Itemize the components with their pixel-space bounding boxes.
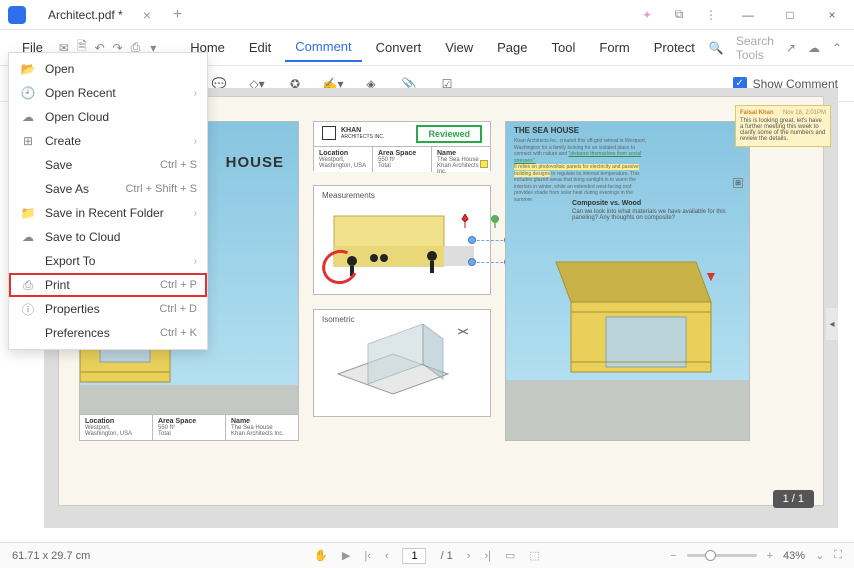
zoom-out-icon[interactable]: −: [670, 550, 676, 562]
file-menu-properties[interactable]: ⓘPropertiesCtrl + D: [9, 297, 207, 321]
composite-desc: Can we look into what materials we have …: [572, 209, 737, 221]
sticky-note-icon[interactable]: [480, 160, 488, 168]
panel-legend: LocationWestport,Washington, USA Area Sp…: [80, 414, 298, 440]
tab-title: Architect.pdf *: [48, 8, 123, 22]
chevron-right-icon: ›: [194, 208, 197, 219]
cloud-up-icon: ☁: [19, 230, 37, 244]
file-menu-export[interactable]: Export To›: [9, 249, 207, 273]
app-logo-icon: [8, 6, 26, 24]
zoom-slider[interactable]: [687, 554, 757, 557]
external-link-icon[interactable]: ↗: [786, 41, 796, 55]
panel-measurements: Measurements: [313, 185, 491, 295]
close-tab-icon[interactable]: ×: [143, 7, 151, 23]
panel-sea-house: THE SEA HOUSE Khan Architects Inc. creat…: [505, 121, 750, 441]
file-menu-preferences[interactable]: PreferencesCtrl + K: [9, 321, 207, 345]
sea-house-illustration: [536, 232, 726, 402]
selection-line: [472, 240, 508, 241]
chevron-right-icon: ›: [194, 88, 197, 99]
file-menu-create[interactable]: ⊞Create›: [9, 129, 207, 153]
file-menu-print[interactable]: ⎙PrintCtrl + P: [9, 273, 207, 297]
composite-title: Composite vs. Wood: [572, 200, 641, 207]
zoom-in-icon[interactable]: +: [767, 550, 773, 562]
zoom-percent[interactable]: 43%: [783, 550, 805, 562]
file-menu-open-recent[interactable]: 🕘Open Recent›: [9, 81, 207, 105]
menu-page[interactable]: Page: [487, 34, 537, 61]
file-menu-dropdown: 📂Open 🕘Open Recent› ☁Open Cloud ⊞Create›…: [8, 52, 208, 350]
chevron-right-icon: ›: [194, 256, 197, 267]
folder-open-icon: 📂: [19, 62, 37, 76]
house-title: HOUSE: [226, 154, 284, 171]
isometric-drawing: [328, 324, 478, 410]
last-page-icon[interactable]: ›|: [484, 550, 491, 562]
search-icon[interactable]: 🔍: [709, 41, 724, 55]
cloud-sync-icon[interactable]: ☁: [808, 41, 820, 55]
menu-tool[interactable]: Tool: [542, 34, 586, 61]
file-menu-save[interactable]: SaveCtrl + S: [9, 153, 207, 177]
fullscreen-icon[interactable]: ⛶: [834, 549, 842, 562]
zoom-thumb[interactable]: [705, 550, 716, 561]
file-menu-open[interactable]: 📂Open: [9, 57, 207, 81]
collapse-panel-icon[interactable]: ◂: [826, 308, 838, 340]
chevron-down-icon[interactable]: ⌄: [815, 549, 824, 562]
prev-page-icon[interactable]: ‹: [385, 550, 389, 562]
menu-edit[interactable]: Edit: [239, 34, 281, 61]
page-number-input[interactable]: [403, 548, 427, 564]
cloud-icon: ☁: [19, 110, 37, 124]
select-tool-icon[interactable]: ▶: [342, 549, 350, 562]
center-panel-stack: KHAN ARCHITECTS INC. Reviewed LocationWe…: [313, 121, 491, 481]
panel-isometric: Isometric: [313, 309, 491, 417]
hand-tool-icon[interactable]: ✋: [314, 549, 328, 562]
reviewed-stamp: Reviewed: [416, 125, 482, 143]
clock-icon: 🕘: [19, 86, 37, 100]
document-tab[interactable]: Architect.pdf * ×: [38, 3, 161, 27]
printer-icon: ⎙: [19, 278, 37, 293]
pushpin-red-icon[interactable]: [460, 214, 470, 228]
search-hint[interactable]: Search Tools: [736, 34, 774, 62]
first-page-icon[interactable]: |‹: [364, 550, 371, 562]
chevron-right-icon: ›: [194, 136, 197, 147]
statusbar: 61.71 x 29.7 cm ✋ ▶ |‹ ‹ / 1 › ›| ▭ ⬚ − …: [0, 542, 854, 568]
comment-note[interactable]: Faisal Khan Nov 18, 2:01PM This is looki…: [735, 105, 831, 147]
expand-note-icon[interactable]: ⊞: [733, 178, 743, 188]
popup-icon[interactable]: ⧉: [670, 6, 688, 24]
fit-width-icon[interactable]: ▭: [505, 549, 515, 562]
menu-form[interactable]: Form: [589, 34, 639, 61]
kebab-menu-icon[interactable]: ⋮: [702, 6, 720, 24]
page-total: / 1: [441, 550, 453, 562]
red-arrow-icon[interactable]: ▼: [704, 268, 718, 284]
file-menu-open-cloud[interactable]: ☁Open Cloud: [9, 105, 207, 129]
menu-protect[interactable]: Protect: [644, 34, 705, 61]
info-icon: ⓘ: [19, 301, 37, 318]
maximize-button[interactable]: □: [776, 1, 804, 29]
file-menu-save-recent-folder[interactable]: 📁Save in Recent Folder›: [9, 201, 207, 225]
folder-icon: 📁: [19, 206, 37, 220]
titlebar: Architect.pdf * × + ✦ ⧉ ⋮ — □ ×: [0, 0, 854, 30]
panel-header: KHAN ARCHITECTS INC. Reviewed LocationWe…: [313, 121, 491, 171]
menu-comment[interactable]: Comment: [285, 33, 361, 62]
plus-box-icon: ⊞: [19, 134, 37, 148]
next-page-icon[interactable]: ›: [467, 550, 471, 562]
file-menu-save-as[interactable]: Save AsCtrl + Shift + S: [9, 177, 207, 201]
menu-convert[interactable]: Convert: [366, 34, 432, 61]
page-dimensions: 61.71 x 29.7 cm: [12, 550, 90, 562]
selection-handle[interactable]: [468, 236, 476, 244]
file-menu-save-cloud[interactable]: ☁Save to Cloud: [9, 225, 207, 249]
khan-logo-icon: [322, 126, 336, 140]
close-window-button[interactable]: ×: [818, 1, 846, 29]
page-indicator: 1 / 1: [773, 490, 814, 508]
pushpin-green-icon[interactable]: [490, 214, 500, 228]
ai-sparkle-icon[interactable]: ✦: [638, 6, 656, 24]
minimize-button[interactable]: —: [734, 1, 762, 29]
menu-view[interactable]: View: [435, 34, 483, 61]
fit-page-icon[interactable]: ⬚: [529, 549, 539, 562]
expand-icon[interactable]: ⌃: [832, 41, 842, 55]
add-tab-icon[interactable]: +: [173, 6, 182, 24]
